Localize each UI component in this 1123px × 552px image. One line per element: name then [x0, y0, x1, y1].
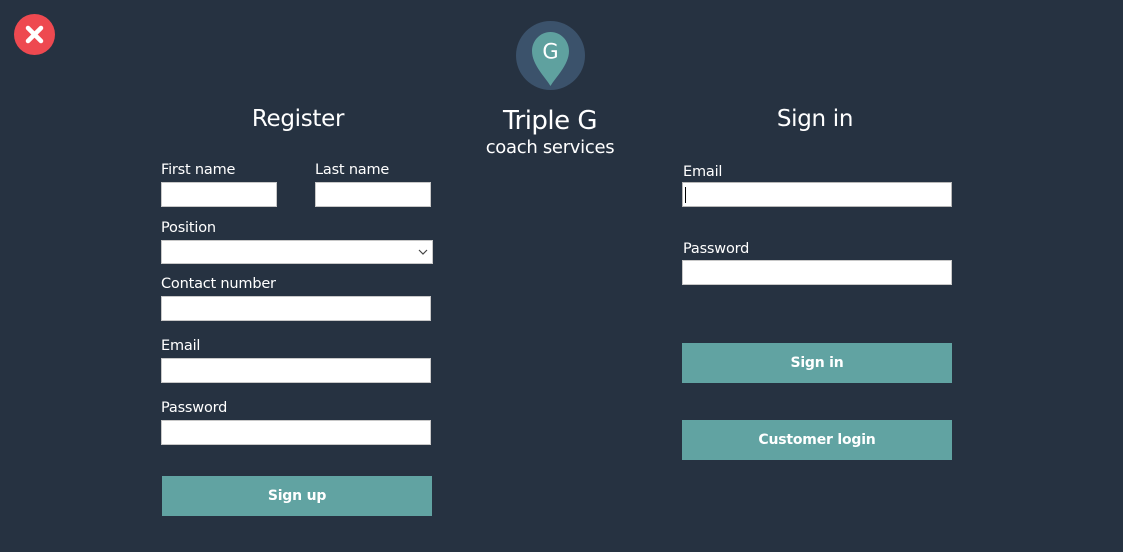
contact-number-field[interactable]: [161, 296, 431, 321]
signin-title: Sign in: [776, 106, 854, 132]
text-caret: [685, 187, 686, 203]
sign-in-button[interactable]: Sign in: [682, 343, 952, 383]
brand-subtitle: coach services: [485, 137, 615, 158]
close-button[interactable]: [14, 14, 55, 55]
logo-letter: G: [542, 40, 558, 64]
register-password-field[interactable]: [161, 420, 431, 445]
register-email-label: Email: [161, 338, 201, 354]
register-email-field[interactable]: [161, 358, 431, 383]
register-password-label: Password: [161, 400, 228, 416]
last-name-field[interactable]: [315, 182, 431, 207]
chevron-down-icon: [418, 241, 428, 263]
brand-title: Triple G: [502, 106, 598, 136]
sign-up-button[interactable]: Sign up: [162, 476, 432, 516]
map-pin-icon: G: [532, 32, 569, 86]
signin-email-label: Email: [683, 164, 723, 180]
close-icon: [25, 25, 44, 44]
brand-logo: G: [516, 21, 585, 90]
signin-email-field[interactable]: [682, 182, 952, 207]
first-name-label: First name: [161, 162, 236, 178]
contact-number-label: Contact number: [161, 276, 276, 292]
signin-password-field[interactable]: [682, 260, 952, 285]
register-title: Register: [251, 106, 345, 132]
first-name-field[interactable]: [161, 182, 277, 207]
position-label: Position: [161, 220, 216, 236]
last-name-label: Last name: [315, 162, 390, 178]
signin-password-label: Password: [683, 241, 750, 257]
position-select[interactable]: [161, 240, 433, 264]
customer-login-button[interactable]: Customer login: [682, 420, 952, 460]
